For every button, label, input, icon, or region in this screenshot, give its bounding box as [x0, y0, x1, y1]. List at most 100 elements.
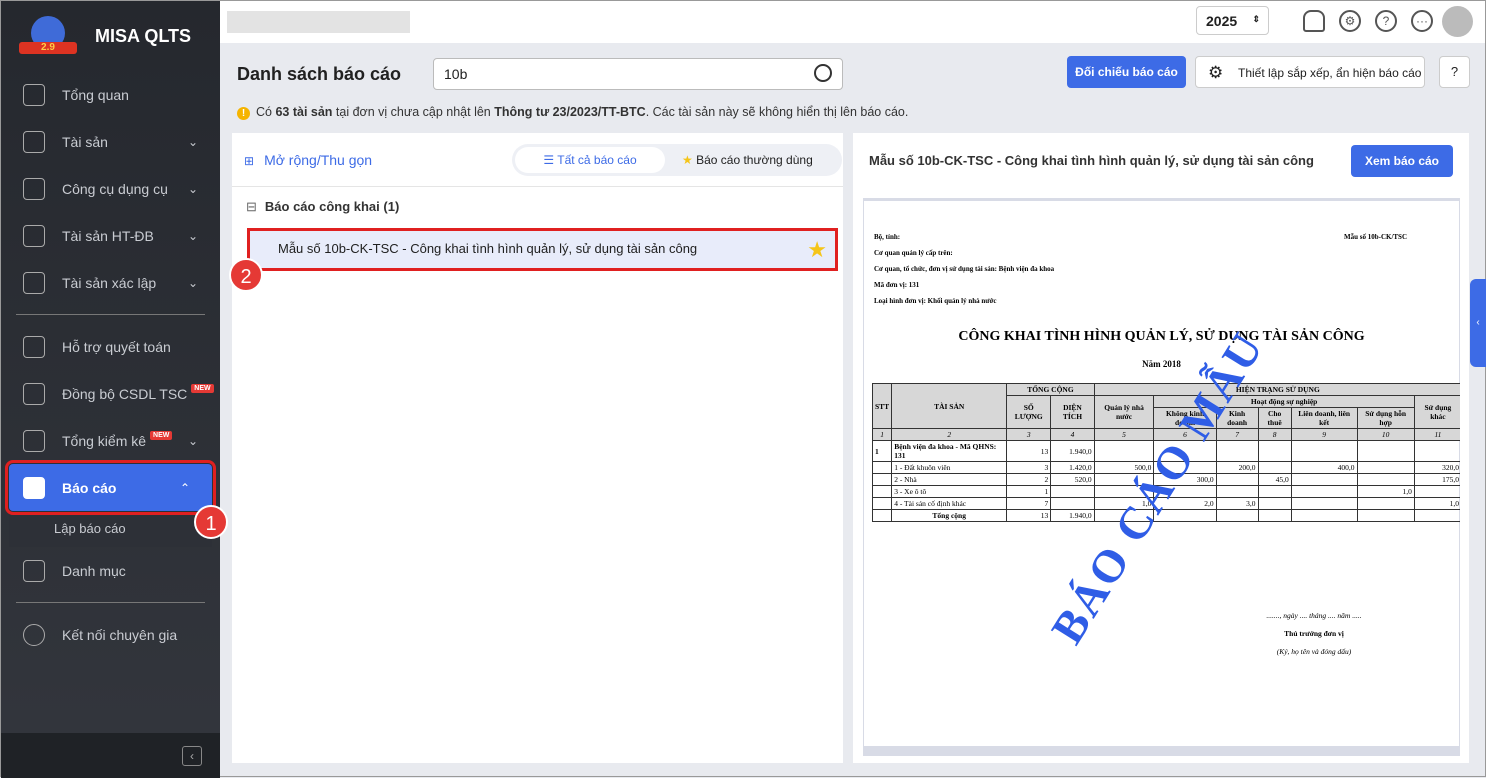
- th: HIỆN TRẠNG SỬ DỤNG: [1093, 383, 1460, 396]
- sidebar-item-established-assets[interactable]: Tài sản xác lập ⌄: [1, 259, 220, 306]
- view-report-button[interactable]: Xem báo cáo: [1351, 145, 1453, 177]
- page-title: Danh sách báo cáo: [237, 64, 402, 84]
- sidebar-item-settlement[interactable]: Hỗ trợ quyết toán: [1, 323, 220, 370]
- more-icon[interactable]: ···: [1411, 10, 1433, 32]
- table-cell: 7: [1006, 497, 1052, 510]
- table-cell: [1290, 497, 1358, 510]
- table-cell: 13: [1006, 509, 1052, 522]
- th: Cho thuê: [1257, 407, 1292, 429]
- table-cell: [1356, 440, 1415, 462]
- sidebar-item-infrastructure[interactable]: Tài sản HT-ĐB ⌄: [1, 212, 220, 259]
- report-group-public[interactable]: ⊟ Báo cáo công khai (1): [246, 199, 399, 215]
- help-icon[interactable]: ?: [1375, 10, 1397, 32]
- preview-area: Mẫu số 10b-CK/TSC Bộ, tỉnh: Cơ quan quản…: [863, 198, 1460, 756]
- sidebar-item-reports[interactable]: Báo cáo ⌃: [5, 460, 216, 515]
- app-logo[interactable]: 2.9 MISA QLTS: [1, 1, 220, 71]
- sidebar-item-expert[interactable]: Kết nối chuyên gia: [1, 611, 220, 658]
- th: Quản lý nhà nước: [1093, 395, 1155, 429]
- table-cell: [1413, 485, 1460, 498]
- gear-icon[interactable]: ⚙: [1339, 10, 1361, 32]
- th: TỔNG CỘNG: [1006, 383, 1095, 396]
- circular-link: Thông tư 23/2023/TT-BTC: [494, 105, 646, 119]
- expand-collapse-button[interactable]: ⊞ Mở rộng/Thu gọn: [244, 152, 372, 168]
- chevron-down-icon: ⌄: [187, 228, 198, 243]
- preview-title: Mẫu số 10b-CK-TSC - Công khai tình hình …: [869, 153, 1314, 168]
- report-preview-panel: Mẫu số 10b-CK-TSC - Công khai tình hình …: [853, 133, 1469, 763]
- help-button[interactable]: ?: [1439, 56, 1470, 88]
- signer: Thủ trưởng đơn vị: [1284, 629, 1344, 638]
- document-title: CÔNG KHAI TÌNH HÌNH QUẢN LÝ, SỬ DỤNG TÀI…: [958, 329, 1365, 344]
- sidebar-item-sync[interactable]: Đồng bộ CSDL TSC NEW: [1, 370, 220, 417]
- th: STT: [871, 383, 893, 429]
- collapse-sidebar-button[interactable]: ‹: [182, 746, 202, 766]
- gear-icon: ⚙: [1208, 63, 1224, 82]
- table-cell: 1.940,0: [1050, 509, 1095, 522]
- year-selector[interactable]: 2025 ⇕: [1196, 6, 1269, 35]
- table-cell: [1257, 509, 1292, 522]
- topbar: 2025 ⇕ ⚙ ? ···: [220, 1, 1485, 43]
- search-input[interactable]: 10b: [433, 58, 843, 90]
- bell-icon[interactable]: [1303, 10, 1325, 32]
- tab-frequent-reports[interactable]: ★ Báo cáo thường dùng: [682, 144, 813, 176]
- table-cell: 1.940,0: [1050, 440, 1095, 462]
- label: Đồng bộ CSDL TSC: [62, 385, 188, 402]
- star-icon[interactable]: ★: [807, 237, 827, 263]
- chevron-down-icon: ⌄: [187, 275, 198, 290]
- label: Tài sản HT-ĐB: [62, 227, 154, 244]
- callout-1: 1: [194, 505, 228, 539]
- table-cell: [1290, 509, 1358, 522]
- table-cell: [1257, 485, 1292, 498]
- meta-line: Bộ, tỉnh:: [874, 233, 901, 241]
- compare-report-button[interactable]: Đối chiếu báo cáo: [1067, 56, 1186, 88]
- form-number: Mẫu số 10b-CK/TSC: [1344, 233, 1408, 241]
- label: Kết nối chuyên gia: [62, 626, 178, 643]
- sidebar-item-overview[interactable]: Tổng quan: [1, 71, 220, 118]
- table-cell: [1290, 440, 1358, 462]
- document-check-icon: [23, 429, 45, 452]
- bar-chart-icon: [23, 476, 45, 499]
- expert-icon: [23, 623, 45, 646]
- table-cell: 1: [1006, 485, 1052, 498]
- table-cell: 13: [1006, 440, 1052, 462]
- divider: [16, 314, 205, 315]
- label: Báo cáo: [62, 479, 117, 496]
- column-number: 5: [1093, 428, 1155, 441]
- chevron-up-icon: ⌃: [179, 480, 190, 495]
- label: Tài sản xác lập: [62, 274, 157, 291]
- report-item[interactable]: Mẫu số 10b-CK-TSC - Công khai tình hình …: [247, 228, 838, 271]
- sidebar-item-catalog[interactable]: Danh mục: [1, 547, 220, 594]
- chevron-down-icon: ⌄: [187, 433, 198, 448]
- expand-panel-handle[interactable]: ‹: [1470, 279, 1486, 367]
- column-number: 8: [1257, 428, 1292, 441]
- sidebar-item-inventory[interactable]: Tổng kiểm kê NEW ⌄: [1, 417, 220, 464]
- avatar[interactable]: [1442, 6, 1473, 37]
- road-icon: [23, 224, 45, 247]
- sidebar-item-assets[interactable]: Tài sản ⌄: [1, 118, 220, 165]
- monitor-icon: [23, 83, 45, 106]
- search-icon[interactable]: [814, 64, 832, 82]
- meta-line: Cơ quan, tổ chức, đơn vị sử dụng tài sản…: [874, 265, 1055, 273]
- table-cell: [1257, 497, 1292, 510]
- table-cell: [1215, 485, 1259, 498]
- sidebar-subitem-create-report[interactable]: Lập báo cáo: [9, 511, 212, 547]
- app-name: MISA QLTS: [95, 25, 191, 46]
- house-car-icon: [23, 271, 45, 294]
- new-badge: NEW: [150, 431, 173, 440]
- table-cell: [1413, 509, 1460, 522]
- sidebar-item-tools[interactable]: Công cụ dụng cụ ⌄: [1, 165, 220, 212]
- report-settings-button[interactable]: ⚙ Thiết lập sắp xếp, ẩn hiện báo cáo: [1195, 56, 1425, 88]
- document-year: Năm 2018: [1142, 359, 1181, 369]
- table-cell: [1050, 485, 1095, 498]
- table-cell: [871, 461, 893, 474]
- table-cell: 1.420,0: [1050, 461, 1095, 474]
- table-cell: [1290, 485, 1358, 498]
- asset-count: 63 tài sản: [275, 105, 333, 119]
- table-cell: 4 - Tài sản cố định khác: [891, 497, 1008, 510]
- tab-all-reports[interactable]: ☰ Tất cả báo cáo: [515, 147, 665, 173]
- table-cell: [1356, 461, 1415, 474]
- table-cell: 45,0: [1257, 473, 1292, 486]
- label: Tài sản: [62, 133, 108, 150]
- clipboard-icon: [23, 335, 45, 358]
- label: Mở rộng/Thu gọn: [264, 152, 373, 168]
- report-sample-page: Mẫu số 10b-CK/TSC Bộ, tỉnh: Cơ quan quản…: [864, 201, 1460, 746]
